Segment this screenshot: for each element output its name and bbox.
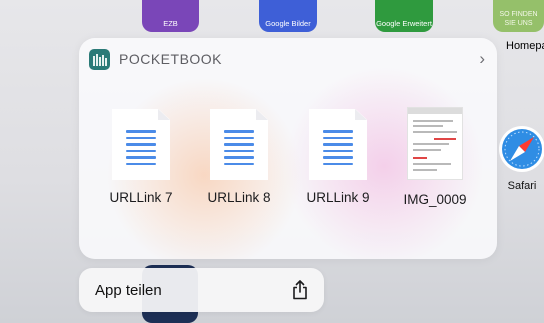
file-label: IMG_0009 — [403, 192, 467, 207]
share-app-label: App teilen — [95, 281, 162, 299]
app-tile-label: EZB — [163, 19, 178, 28]
app-tile-ezb[interactable]: EZB — [142, 0, 199, 32]
pocketbook-app-icon — [89, 48, 110, 70]
app-tile-label: Google Bilder — [265, 19, 311, 28]
share-icon — [293, 280, 307, 300]
app-tile-google-bilder[interactable]: Google Bilder — [259, 0, 317, 32]
app-tile-so-finden[interactable]: SO FINDEN SIE UNS — [493, 0, 544, 32]
safari-label: Safari — [507, 180, 537, 192]
widget-app-name: POCKETBOOK — [119, 51, 223, 67]
app-tile-label: SO FINDEN SIE UNS — [499, 11, 538, 27]
file-item[interactable]: URLLink 8 — [199, 109, 279, 205]
file-item[interactable]: URLLink 7 — [101, 109, 181, 205]
file-label: URLLink 9 — [306, 190, 370, 205]
share-app-button[interactable]: App teilen — [79, 268, 324, 312]
image-thumbnail — [407, 107, 463, 180]
safari-icon[interactable] — [498, 122, 544, 176]
file-label: URLLink 8 — [207, 190, 271, 205]
file-item[interactable]: URLLink 9 — [298, 109, 378, 205]
widget-header[interactable]: POCKETBOOK › — [89, 48, 487, 70]
app-tile-google-erweitert[interactable]: Google Erweitert — [375, 0, 433, 32]
chevron-right-icon[interactable]: › — [479, 49, 487, 69]
document-icon — [210, 109, 268, 180]
file-label: URLLink 7 — [109, 190, 173, 205]
document-icon — [112, 109, 170, 180]
file-item[interactable]: IMG_0009 — [395, 107, 475, 207]
homepage-app-label: Homepag — [506, 40, 544, 52]
document-icon — [309, 109, 367, 180]
pocketbook-widget[interactable]: POCKETBOOK › URLLink 7 URLLink 8 URLLink… — [79, 38, 497, 259]
app-tile-label: Google Erweitert — [376, 19, 432, 28]
